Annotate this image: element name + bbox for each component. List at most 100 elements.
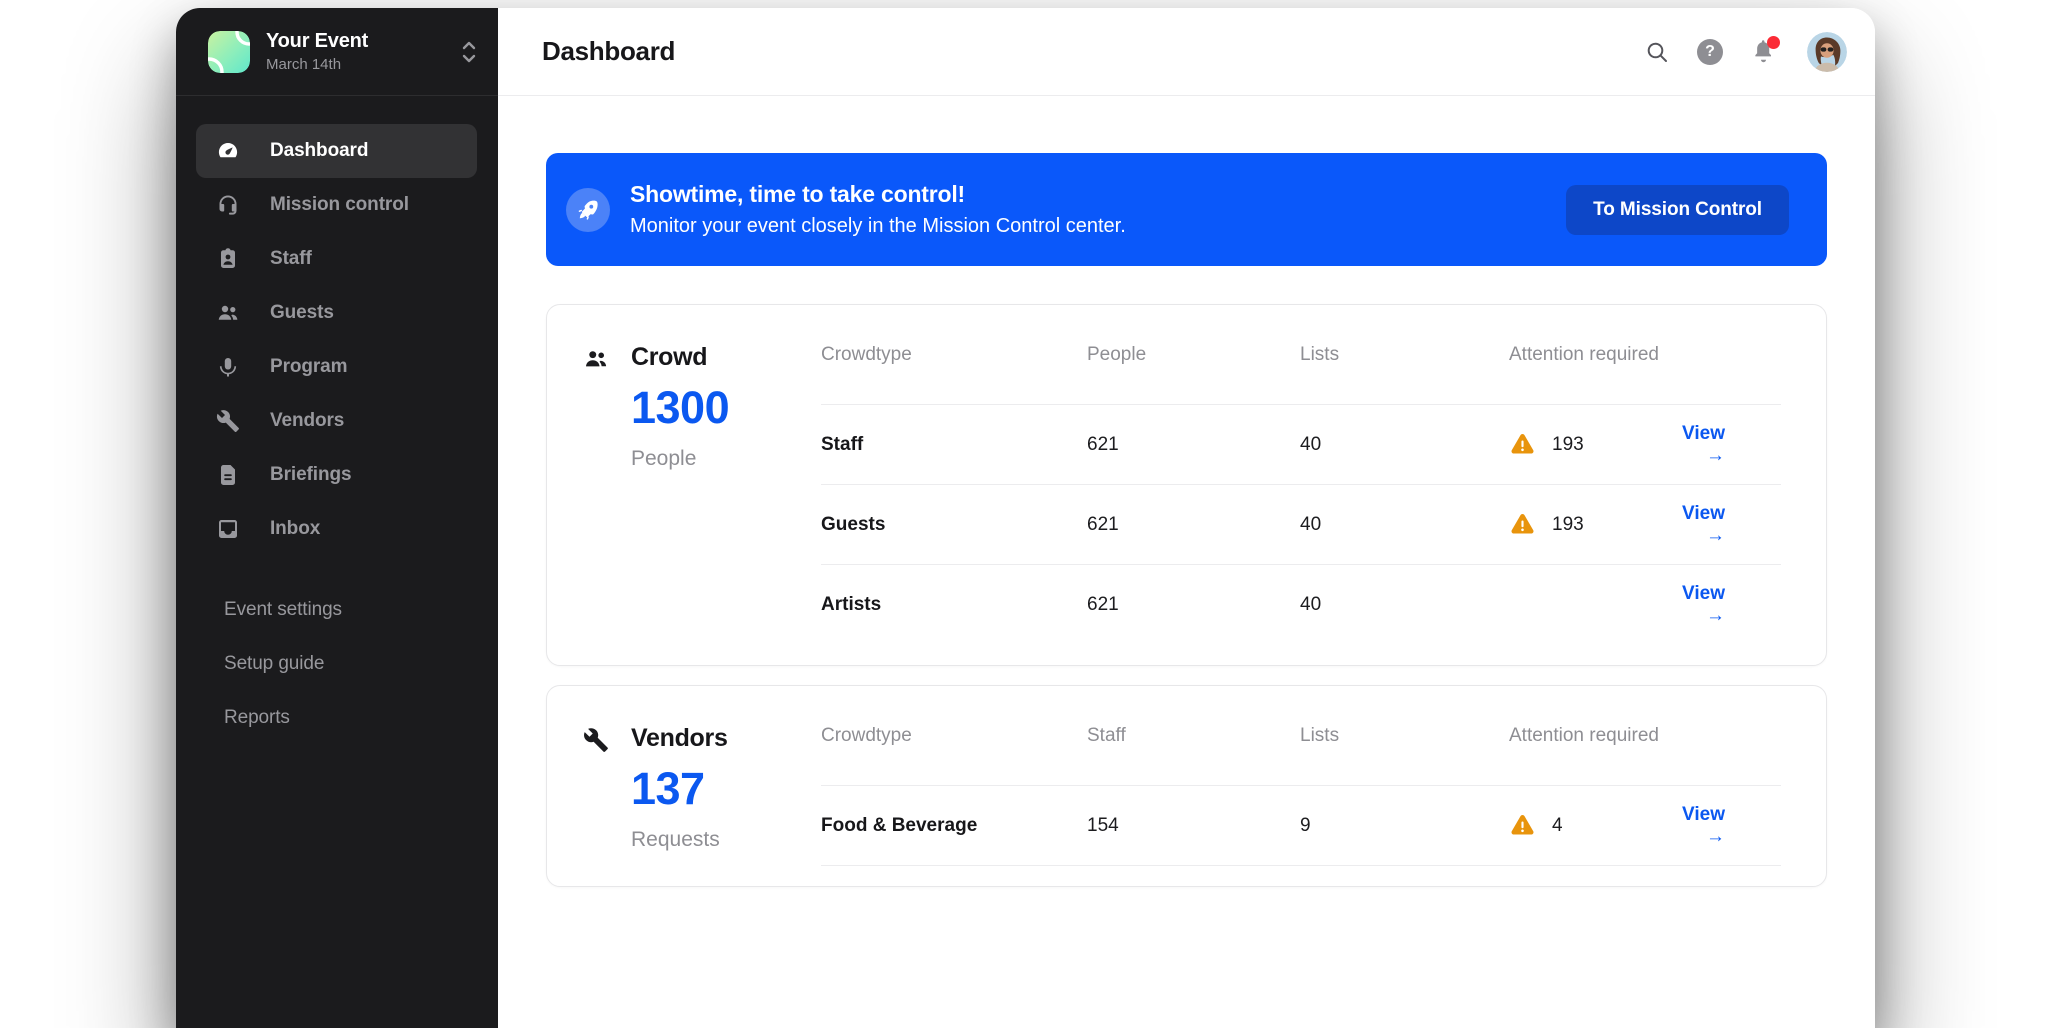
card-metric-label: People [631, 447, 729, 471]
column-header: Crowdtype [821, 344, 1087, 366]
attention-cell: 193 [1509, 431, 1659, 458]
lists-cell: 40 [1300, 514, 1509, 536]
vendors-card: Vendors 137 Requests Crowdtype Staff Lis… [546, 685, 1827, 887]
notifications-bell-icon[interactable] [1750, 39, 1776, 65]
attention-count: 193 [1552, 434, 1584, 456]
sidebar-item-label: Mission control [270, 194, 409, 216]
top-bar: Dashboard [498, 8, 1875, 96]
column-header: Attention required [1509, 344, 1781, 366]
main-area: Dashboard [498, 8, 1875, 1028]
crowd-summary: Crowd 1300 People [583, 305, 821, 645]
table-row: Guests 621 40 193 View → [821, 485, 1781, 565]
help-icon[interactable] [1697, 39, 1723, 65]
column-header: Attention required [1509, 725, 1781, 747]
sidebar-item-label: Guests [270, 302, 334, 324]
view-link[interactable]: View → [1682, 503, 1725, 546]
sidebar-item-label: Vendors [270, 410, 344, 432]
warning-icon [1509, 511, 1536, 538]
crowd-card: Crowd 1300 People Crowdtype People Lists… [546, 304, 1827, 666]
wrench-icon [216, 409, 240, 433]
attention-count: 4 [1552, 815, 1563, 837]
sidebar-item-label: Inbox [270, 518, 320, 540]
column-header: Crowdtype [821, 725, 1087, 747]
event-name: Your Event [266, 30, 442, 53]
banner-title: Showtime, time to take control! [630, 181, 1566, 208]
card-metric: 137 [631, 763, 728, 815]
event-date: March 14th [266, 56, 442, 73]
banner-subtitle: Monitor your event closely in the Missio… [630, 215, 1566, 238]
attention-count: 193 [1552, 514, 1584, 536]
avatar[interactable] [1807, 32, 1847, 72]
sidebar-item-staff[interactable]: Staff [196, 232, 477, 286]
sidebar-secondary-nav: Event settings Setup guide Reports [176, 583, 498, 745]
sidebar-item-label: Staff [270, 248, 312, 270]
column-header: Lists [1300, 725, 1509, 747]
sidebar-item-briefings[interactable]: Briefings [196, 448, 477, 502]
card-metric-label: Requests [631, 828, 728, 852]
page-title: Dashboard [542, 36, 675, 67]
attention-cell: 4 [1509, 812, 1659, 839]
table-row: Artists 621 40 View → [821, 565, 1781, 645]
wrench-icon [583, 727, 609, 753]
crowdtype-cell: Food & Beverage [821, 815, 1087, 837]
vendors-summary: Vendors 137 Requests [583, 686, 821, 866]
crowd-table: Crowdtype People Lists Attention require… [821, 305, 1781, 645]
headset-icon [216, 193, 240, 217]
sidebar-item-label: Reports [224, 707, 290, 729]
notification-badge [1767, 36, 1780, 49]
sidebar-item-label: Setup guide [224, 653, 324, 675]
people-cell: 621 [1087, 434, 1300, 456]
sidebar-item-label: Event settings [224, 599, 342, 621]
to-mission-control-button[interactable]: To Mission Control [1566, 185, 1789, 235]
lists-cell: 40 [1300, 434, 1509, 456]
sidebar-nav: Dashboard Mission control Staff [176, 96, 498, 556]
gauge-icon [216, 139, 240, 163]
sidebar-item-reports[interactable]: Reports [196, 691, 477, 745]
view-link[interactable]: View → [1682, 804, 1725, 847]
app-window: Your Event March 14th Dashboard Mission … [176, 8, 1875, 1028]
people-cell: 621 [1087, 594, 1300, 616]
table-header: Crowdtype Staff Lists Attention required [821, 686, 1781, 786]
view-link[interactable]: View → [1682, 583, 1725, 626]
warning-icon [1509, 431, 1536, 458]
table-row: Food & Beverage 154 9 4 View → [821, 786, 1781, 866]
card-title: Vendors [631, 724, 728, 753]
view-link[interactable]: View → [1682, 423, 1725, 466]
sidebar-item-dashboard[interactable]: Dashboard [196, 124, 477, 178]
lists-cell: 40 [1300, 594, 1509, 616]
sidebar-item-inbox[interactable]: Inbox [196, 502, 477, 556]
sidebar-item-setup-guide[interactable]: Setup guide [196, 637, 477, 691]
dashboard-content: Showtime, time to take control! Monitor … [498, 96, 1875, 887]
inbox-icon [216, 517, 240, 541]
crowdtype-cell: Staff [821, 434, 1087, 456]
document-icon [216, 463, 240, 487]
event-switcher[interactable]: Your Event March 14th [176, 8, 498, 96]
search-icon[interactable] [1644, 39, 1670, 65]
event-logo [208, 31, 250, 73]
vendors-table: Crowdtype Staff Lists Attention required… [821, 686, 1781, 866]
staff-cell: 154 [1087, 815, 1300, 837]
sidebar-item-label: Briefings [270, 464, 351, 486]
people-cell: 621 [1087, 514, 1300, 536]
column-header: People [1087, 344, 1300, 366]
sidebar-item-event-settings[interactable]: Event settings [196, 583, 477, 637]
sidebar-item-mission-control[interactable]: Mission control [196, 178, 477, 232]
table-header: Crowdtype People Lists Attention require… [821, 305, 1781, 405]
card-metric: 1300 [631, 382, 729, 434]
people-icon [216, 301, 240, 325]
card-title: Crowd [631, 343, 729, 372]
column-header: Lists [1300, 344, 1509, 366]
sidebar-item-vendors[interactable]: Vendors [196, 394, 477, 448]
sidebar-item-label: Dashboard [270, 140, 368, 162]
microphone-icon [216, 355, 240, 379]
sidebar-item-label: Program [270, 356, 347, 378]
sidebar-item-program[interactable]: Program [196, 340, 477, 394]
chevron-up-down-icon[interactable] [458, 39, 480, 65]
sidebar: Your Event March 14th Dashboard Mission … [176, 8, 498, 1028]
column-header: Staff [1087, 725, 1300, 747]
sidebar-item-guests[interactable]: Guests [196, 286, 477, 340]
lists-cell: 9 [1300, 815, 1509, 837]
badge-icon [216, 247, 240, 271]
crowdtype-cell: Guests [821, 514, 1087, 536]
rocket-icon [566, 188, 610, 232]
